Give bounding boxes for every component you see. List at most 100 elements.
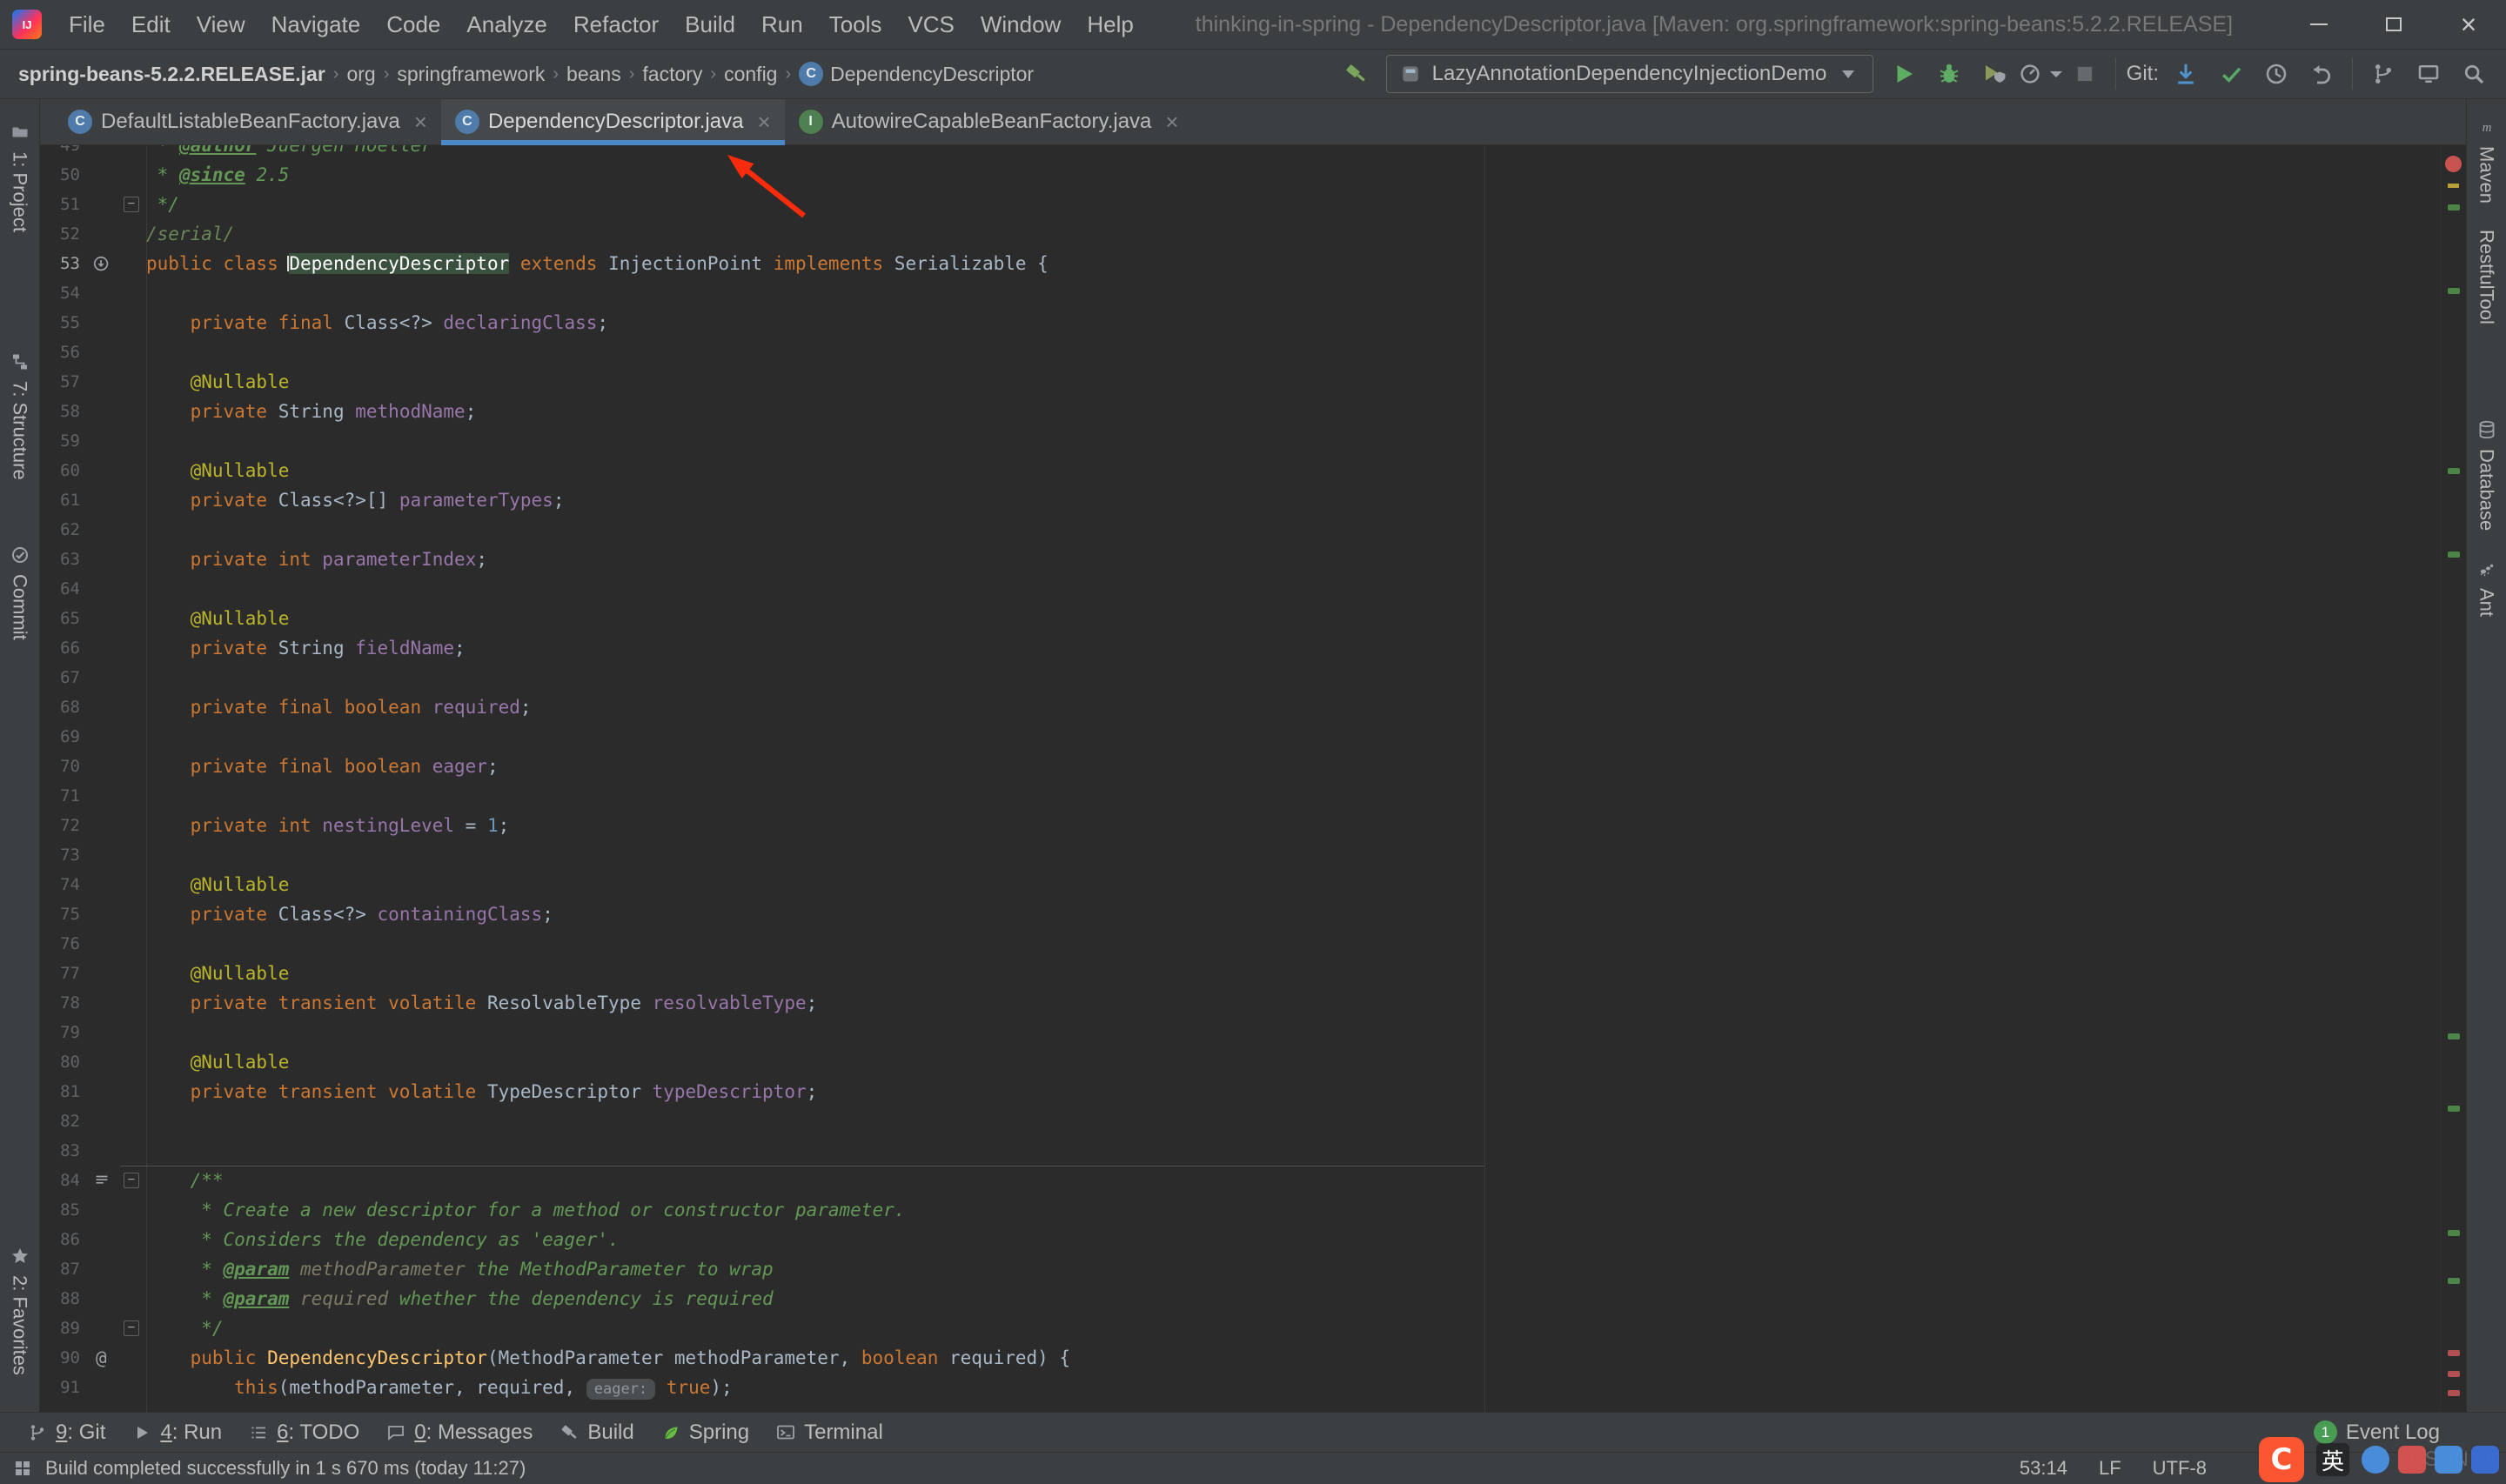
debug-button[interactable] [1929,54,1969,94]
profiler-button[interactable] [2020,54,2062,94]
close-tab-icon[interactable]: × [1165,109,1178,136]
tool-window-button-4-run[interactable]: 4: Run [118,1413,235,1452]
branch-button[interactable] [2363,54,2403,94]
run-configuration-select[interactable]: LazyAnnotationDependencyInjectionDemo [1385,55,1873,93]
gutter [80,397,146,426]
code-line: 56 [40,338,2440,367]
code-text: * @param methodParameter the MethodParam… [146,1259,774,1280]
rollback-button[interactable] [2302,54,2342,94]
history-button[interactable] [2256,54,2296,94]
maximize-button[interactable] [2356,0,2431,49]
menu-refactor[interactable]: Refactor [560,0,672,49]
breadcrumb-item[interactable]: config [718,63,783,86]
event-log-button[interactable]: 1 Event Log [2313,1420,2492,1445]
breadcrumb-item[interactable]: spring-beans-5.2.2.RELEASE.jar [12,63,332,86]
caret-position-widget[interactable]: 53:14 [2020,1457,2067,1480]
menu-code[interactable]: Code [373,0,453,49]
code-text: private String methodName; [190,401,477,422]
code-text: * @since 2.5 [146,164,290,185]
breadcrumb-item[interactable]: factory [636,63,708,86]
tool-window-button-0-messages[interactable]: 0: Messages [372,1413,546,1452]
right-tool-stripe: m Maven RestfulTool Database Ant [2466,99,2506,1412]
gutter [80,1018,146,1047]
tool-window-switcher-icon[interactable] [12,1458,33,1479]
encoding-widget[interactable]: UTF-8 [2153,1457,2207,1480]
breadcrumb-item[interactable]: springframework [391,63,551,86]
editor-tab[interactable]: C DefaultListableBeanFactory.java × [54,99,441,144]
update-project-icon [2173,61,2199,87]
tool-stripe-button-7-structure[interactable]: 7: Structure [0,351,39,480]
menu-analyze[interactable]: Analyze [453,0,560,49]
gutter [80,219,146,249]
editor-tab[interactable]: C DependencyDescriptor.java × [440,99,785,145]
line-number: 66 [60,638,80,658]
code-text: this(methodParameter, required, eager: t… [234,1377,733,1400]
tool-stripe-button-database[interactable]: Database [2467,419,2506,531]
tool-window-button-terminal[interactable]: Terminal [762,1413,896,1452]
tool-stripe-button-2-favorites[interactable]: 2: Favorites [0,1246,39,1375]
tool-stripe-button-maven[interactable]: m Maven [2467,117,2506,204]
scrollbar-error-stripe[interactable] [2440,145,2466,1412]
gutter [80,485,146,515]
class-icon: C [799,62,824,86]
tool-window-button-label: 9: Git [56,1420,106,1444]
menu-help[interactable]: Help [1074,0,1146,49]
close-tab-icon[interactable]: × [414,109,427,136]
menu-build[interactable]: Build [672,0,748,49]
editor-tab[interactable]: I AutowireCapableBeanFactory.java × [785,99,1193,144]
menu-vcs[interactable]: VCS [895,0,967,49]
breadcrumb-separator-icon: › [553,64,559,84]
menu-view[interactable]: View [184,0,258,49]
close-tab-icon[interactable]: × [757,109,770,136]
code-text: @Nullable [190,608,290,629]
tool-window-button-build[interactable]: Build [546,1413,647,1452]
breadcrumb-item[interactable]: C DependencyDescriptor [793,62,1040,86]
fold-end-marker-icon[interactable]: − [124,197,139,212]
minimize-button[interactable] [2282,0,2356,49]
tool-window-button-9-git[interactable]: 9: Git [14,1413,118,1452]
gutter [80,160,146,190]
coverage-button[interactable] [1974,54,2014,94]
fold-marker-icon[interactable]: − [124,1173,139,1188]
menu-edit[interactable]: Edit [118,0,184,49]
status-widgets: 53:14 LF UTF-8 [2020,1457,2207,1480]
hammer-green-button[interactable] [1336,54,1376,94]
annotated-gutter-icon[interactable]: @ [96,1343,107,1373]
tool-window-button-6-todo[interactable]: 6: TODO [235,1413,372,1452]
gutter [80,899,146,929]
tool-stripe-label: Ant [2476,588,2498,618]
tool-stripe-button-restfultool[interactable]: RestfulTool [2467,230,2506,324]
commit-icon [2218,61,2244,87]
menu-navigate[interactable]: Navigate [258,0,374,49]
code-line: 62 [40,515,2440,545]
tool-stripe-button-1-project[interactable]: 1: Project [0,122,39,232]
breadcrumb-item[interactable]: beans [560,63,627,86]
menu-file[interactable]: File [56,0,118,49]
commit-button[interactable] [2211,54,2251,94]
tool-stripe-button-ant[interactable]: Ant [2467,558,2506,617]
search-button[interactable] [2454,54,2494,94]
gutter [80,367,146,397]
menu-tools[interactable]: Tools [816,0,895,49]
menu-run[interactable]: Run [748,0,816,49]
code-text: private int parameterIndex; [190,549,487,570]
line-number: 78 [60,993,80,1013]
run-button[interactable] [1884,54,1924,94]
gutter [80,1254,146,1284]
vcs-change-marker [2448,1278,2460,1284]
line-separator-widget[interactable]: LF [2099,1457,2121,1480]
gutter [80,604,146,633]
fold-end-marker-icon[interactable]: − [124,1320,139,1336]
code-line: 89 − */ [40,1314,2440,1343]
console-button[interactable] [2409,54,2449,94]
menu-window[interactable]: Window [968,0,1074,49]
inspection-error-indicator[interactable] [2445,156,2462,172]
editor[interactable]: 49 * @author Juergen Hoeller 50 * @since … [40,145,2466,1412]
tool-window-button-spring[interactable]: Spring [647,1413,762,1452]
breadcrumb-item[interactable]: org [340,63,381,86]
update-project-button[interactable] [2166,54,2206,94]
stop-button[interactable] [2065,54,2105,94]
close-button[interactable]: × [2431,0,2506,49]
tool-stripe-button-commit[interactable]: Commit [0,545,39,640]
